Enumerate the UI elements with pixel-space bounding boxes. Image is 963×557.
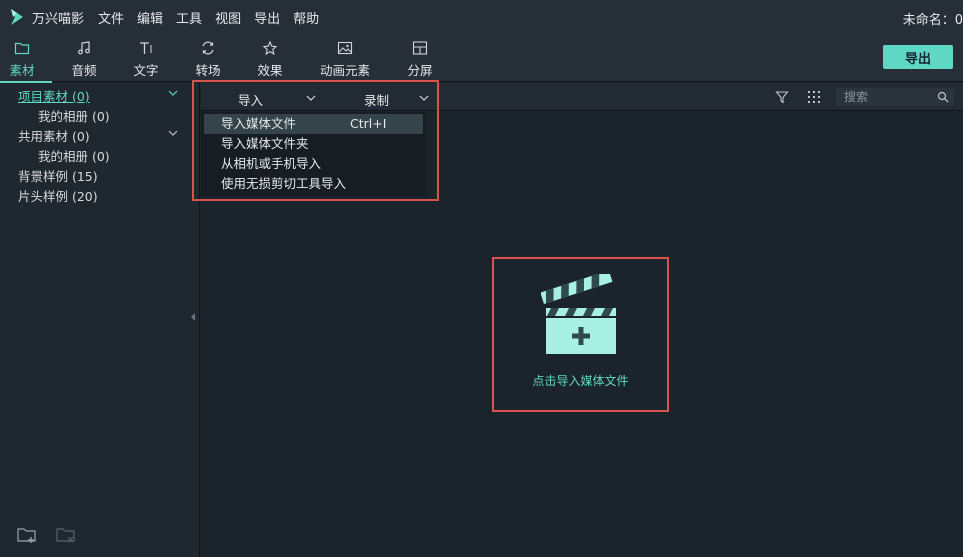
tree-item-intro-samples[interactable]: 片头样例 (20) (18, 186, 98, 205)
chevron-down-icon[interactable] (168, 128, 178, 138)
menu-export[interactable]: 导出 (254, 8, 280, 27)
menu-edit[interactable]: 编辑 (137, 8, 163, 27)
export-button[interactable]: 导出 (883, 45, 953, 69)
menu-file[interactable]: 文件 (98, 8, 124, 27)
app-name: 万兴喵影 (32, 11, 85, 27)
tree-item-shared-media[interactable]: 共用素材 (0) (18, 126, 90, 145)
highlight-import-menu (192, 80, 439, 201)
new-folder-icon[interactable] (16, 525, 38, 545)
tab-text[interactable]: 文字 (116, 40, 176, 79)
folder-icon (14, 42, 30, 55)
media-library-sidebar: 项目素材 (0) 我的相册 (0) 共用素材 (0) 我的相册 (0) 背景样例… (0, 83, 200, 557)
menu-bar: 万兴喵影 文件 编辑 工具 视图 导出 帮助 未命名：0 (0, 0, 963, 34)
tab-elements[interactable]: 动画元素 (315, 40, 375, 79)
menu-view[interactable]: 视图 (215, 8, 241, 27)
image-icon (337, 41, 353, 55)
effects-star-icon (262, 40, 278, 56)
document-title: 未命名：0 (902, 13, 963, 28)
transition-icon (202, 41, 214, 55)
music-note-icon (78, 41, 90, 55)
delete-folder-icon[interactable] (55, 525, 77, 545)
tab-audio[interactable]: 音频 (54, 40, 114, 79)
tab-transition[interactable]: 转场 (178, 40, 238, 79)
clapperboard-add-icon (541, 274, 616, 354)
import-media-label: 点击导入媒体文件 (532, 374, 629, 388)
search-icon[interactable] (937, 91, 949, 103)
tree-item-shared-album[interactable]: 我的相册 (0) (38, 146, 110, 165)
collapse-sidebar-icon[interactable] (190, 312, 196, 322)
filter-icon[interactable] (775, 90, 789, 104)
app-logo-icon (11, 9, 23, 25)
chevron-down-icon[interactable] (168, 88, 178, 98)
text-icon (140, 42, 152, 54)
tree-item-my-album[interactable]: 我的相册 (0) (38, 106, 110, 125)
grid-view-icon[interactable] (807, 90, 821, 104)
tree-item-background-samples[interactable]: 背景样例 (15) (18, 166, 98, 185)
tab-media[interactable]: 素材 (0, 40, 52, 83)
search-input[interactable] (836, 88, 930, 106)
main-toolbar: 素材 音频 文字 转场 效果 动画元素 分屏 导出 (0, 34, 963, 83)
search-box (836, 88, 954, 106)
tab-effects[interactable]: 效果 (240, 40, 300, 79)
split-screen-icon (412, 41, 428, 55)
menu-help[interactable]: 帮助 (293, 8, 319, 27)
menu-tools[interactable]: 工具 (176, 8, 202, 27)
import-media-placeholder[interactable]: 点击导入媒体文件 (493, 258, 668, 411)
tree-item-project-media[interactable]: 项目素材 (0) (18, 86, 90, 105)
tab-split-screen[interactable]: 分屏 (390, 40, 450, 79)
